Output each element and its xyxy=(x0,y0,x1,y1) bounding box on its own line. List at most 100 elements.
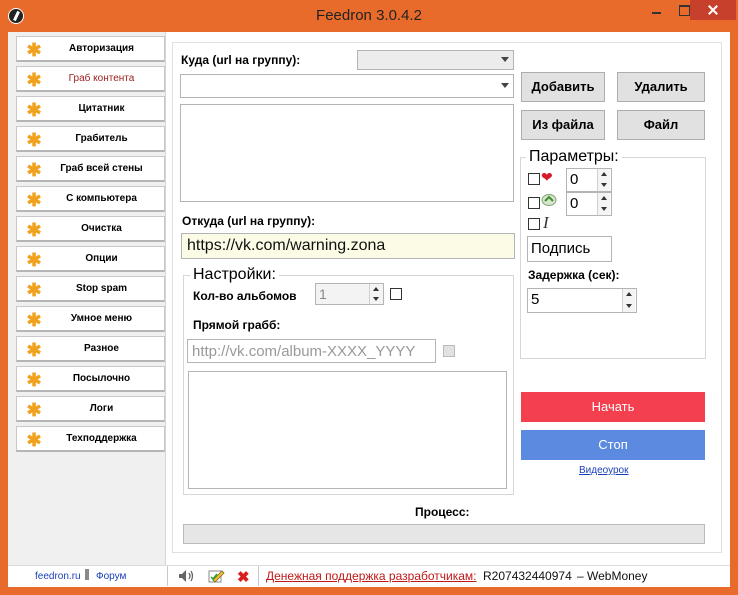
title-bar: Feedron 3.0.4.2 xyxy=(0,0,738,32)
nav-item-logs[interactable]: ✱ Логи xyxy=(16,396,165,422)
star-icon: ✱ xyxy=(26,100,42,120)
window-frame-bottom xyxy=(0,587,738,595)
stepper-down-button[interactable] xyxy=(597,204,610,215)
params-title: Параметры: xyxy=(526,148,622,166)
nav-item-label: Грабитель xyxy=(75,133,128,144)
process-label: Процесс: xyxy=(415,505,470,519)
star-icon: ✱ xyxy=(26,400,42,420)
nav-item-stop-spam[interactable]: ✱ Stop spam xyxy=(16,276,165,302)
nav-item-label: Разное xyxy=(84,343,119,354)
window-frame-left xyxy=(0,32,8,595)
star-icon: ✱ xyxy=(26,310,42,330)
albums-count-label: Кол-во альбомов xyxy=(193,289,297,303)
album-url-checkbox[interactable] xyxy=(443,345,455,357)
nav-item-grab-wall[interactable]: ✱ Граб всей стены xyxy=(16,156,165,182)
nav-item-label: Граб всей стены xyxy=(60,163,143,174)
direct-grab-label: Прямой грабб: xyxy=(193,318,281,332)
start-button[interactable]: Начать xyxy=(521,392,705,422)
site-link[interactable]: feedron.ru xyxy=(35,571,81,582)
wallet-type: – WebMoney xyxy=(577,569,648,583)
minimize-button[interactable] xyxy=(643,0,670,20)
nav-item-label: Граб контента xyxy=(68,73,135,84)
source-url-label: Откуда (url на группу): xyxy=(182,214,316,228)
album-url-input[interactable]: http://vk.com/album-XXXX_YYYY xyxy=(187,339,436,363)
target-url-list[interactable] xyxy=(180,104,514,202)
support-link[interactable]: Денежная поддержка разработчикам: xyxy=(266,569,477,583)
heart-icon: ❤ xyxy=(541,169,553,185)
nav-item-grabber[interactable]: ✱ Грабитель xyxy=(16,126,165,152)
window-title: Feedron 3.0.4.2 xyxy=(316,7,422,24)
nav-item-label: Посылочно xyxy=(72,373,131,384)
stop-button[interactable]: Стоп xyxy=(521,430,705,460)
nav-item-smart-menu[interactable]: ✱ Умное меню xyxy=(16,306,165,332)
delete-button[interactable]: Удалить xyxy=(617,72,705,102)
stepper-down-button[interactable] xyxy=(597,180,610,191)
italic-icon: I xyxy=(543,213,549,232)
reposts-checkbox[interactable] xyxy=(528,197,540,209)
albums-checkbox[interactable] xyxy=(390,288,402,300)
status-separator xyxy=(85,569,89,580)
target-url-label: Куда (url на группу): xyxy=(181,53,301,67)
nav-item-label: Очистка xyxy=(81,223,122,234)
stepper-down-button[interactable] xyxy=(369,294,382,304)
repost-icon xyxy=(541,193,557,207)
nav-item-quotes[interactable]: ✱ Цитатник xyxy=(16,96,165,122)
nav-item-from-computer[interactable]: ✱ С компьютера xyxy=(16,186,165,212)
stepper-up-button[interactable] xyxy=(597,169,610,180)
star-icon: ✱ xyxy=(26,40,42,60)
process-progress-bar xyxy=(183,524,705,544)
speaker-icon[interactable] xyxy=(178,569,196,583)
direct-grab-textarea[interactable] xyxy=(188,371,507,489)
star-icon: ✱ xyxy=(26,370,42,390)
nav-item-misc[interactable]: ✱ Разное xyxy=(16,336,165,362)
nav-item-label: Stop spam xyxy=(75,283,128,294)
star-icon: ✱ xyxy=(26,130,42,150)
status-divider xyxy=(167,566,168,586)
file-button[interactable]: Файл xyxy=(617,110,705,140)
chevron-down-icon xyxy=(501,57,509,62)
from-file-button[interactable]: Из файла xyxy=(521,110,605,140)
add-button[interactable]: Добавить xyxy=(521,72,605,102)
window-frame-right xyxy=(730,32,738,595)
nav-item-support[interactable]: ✱ Техподдержка xyxy=(16,426,165,452)
status-divider xyxy=(258,566,259,586)
star-icon: ✱ xyxy=(26,250,42,270)
target-url-combo[interactable] xyxy=(180,74,514,98)
likes-checkbox[interactable] xyxy=(528,173,540,185)
italic-checkbox[interactable] xyxy=(528,218,540,230)
star-icon: ✱ xyxy=(26,190,42,210)
stepper-up-button[interactable] xyxy=(369,284,382,294)
pencil-icon[interactable] xyxy=(207,568,225,584)
nav-item-authorization[interactable]: ✱ Авторизация xyxy=(16,36,165,62)
stepper-up-button[interactable] xyxy=(597,193,610,204)
settings-title: Настройки: xyxy=(190,266,279,284)
nav-item-label: С компьютера xyxy=(66,193,137,204)
nav-item-cleanup[interactable]: ✱ Очистка xyxy=(16,216,165,242)
star-icon: ✱ xyxy=(26,430,42,450)
reposts-stepper[interactable]: 0 xyxy=(566,192,612,216)
albums-count-stepper[interactable]: 1 xyxy=(315,283,384,305)
star-icon: ✱ xyxy=(26,220,42,240)
nav-item-label: Логи xyxy=(89,403,114,414)
source-url-input[interactable]: https://vk.com/warning.zona xyxy=(181,233,515,259)
target-mode-select[interactable] xyxy=(357,50,514,70)
close-window-button[interactable] xyxy=(690,0,736,20)
star-icon: ✱ xyxy=(26,160,42,180)
nav-item-grab-content[interactable]: ✱ Граб контента xyxy=(16,66,165,92)
forum-link[interactable]: Форум xyxy=(96,571,126,582)
nav-item-options[interactable]: ✱ Опции xyxy=(16,246,165,272)
close-icon[interactable]: ✖ xyxy=(237,568,250,586)
stepper-up-button[interactable] xyxy=(622,289,635,301)
likes-stepper[interactable]: 0 xyxy=(566,168,612,192)
wallet-number: R207432440974 xyxy=(483,569,572,583)
nav-item-label: Умное меню xyxy=(70,313,133,324)
nav-item-posting[interactable]: ✱ Посылочно xyxy=(16,366,165,392)
nav-item-label: Опции xyxy=(85,253,118,264)
nav-item-label: Цитатник xyxy=(78,103,125,114)
video-tutorial-link[interactable]: Видеоурок xyxy=(579,465,629,476)
signature-input[interactable]: Подпись xyxy=(527,236,612,262)
chevron-down-icon xyxy=(501,83,509,88)
stepper-down-button[interactable] xyxy=(622,300,635,312)
nav-item-label: Техподдержка xyxy=(66,433,137,444)
delay-stepper[interactable]: 5 xyxy=(527,288,637,313)
